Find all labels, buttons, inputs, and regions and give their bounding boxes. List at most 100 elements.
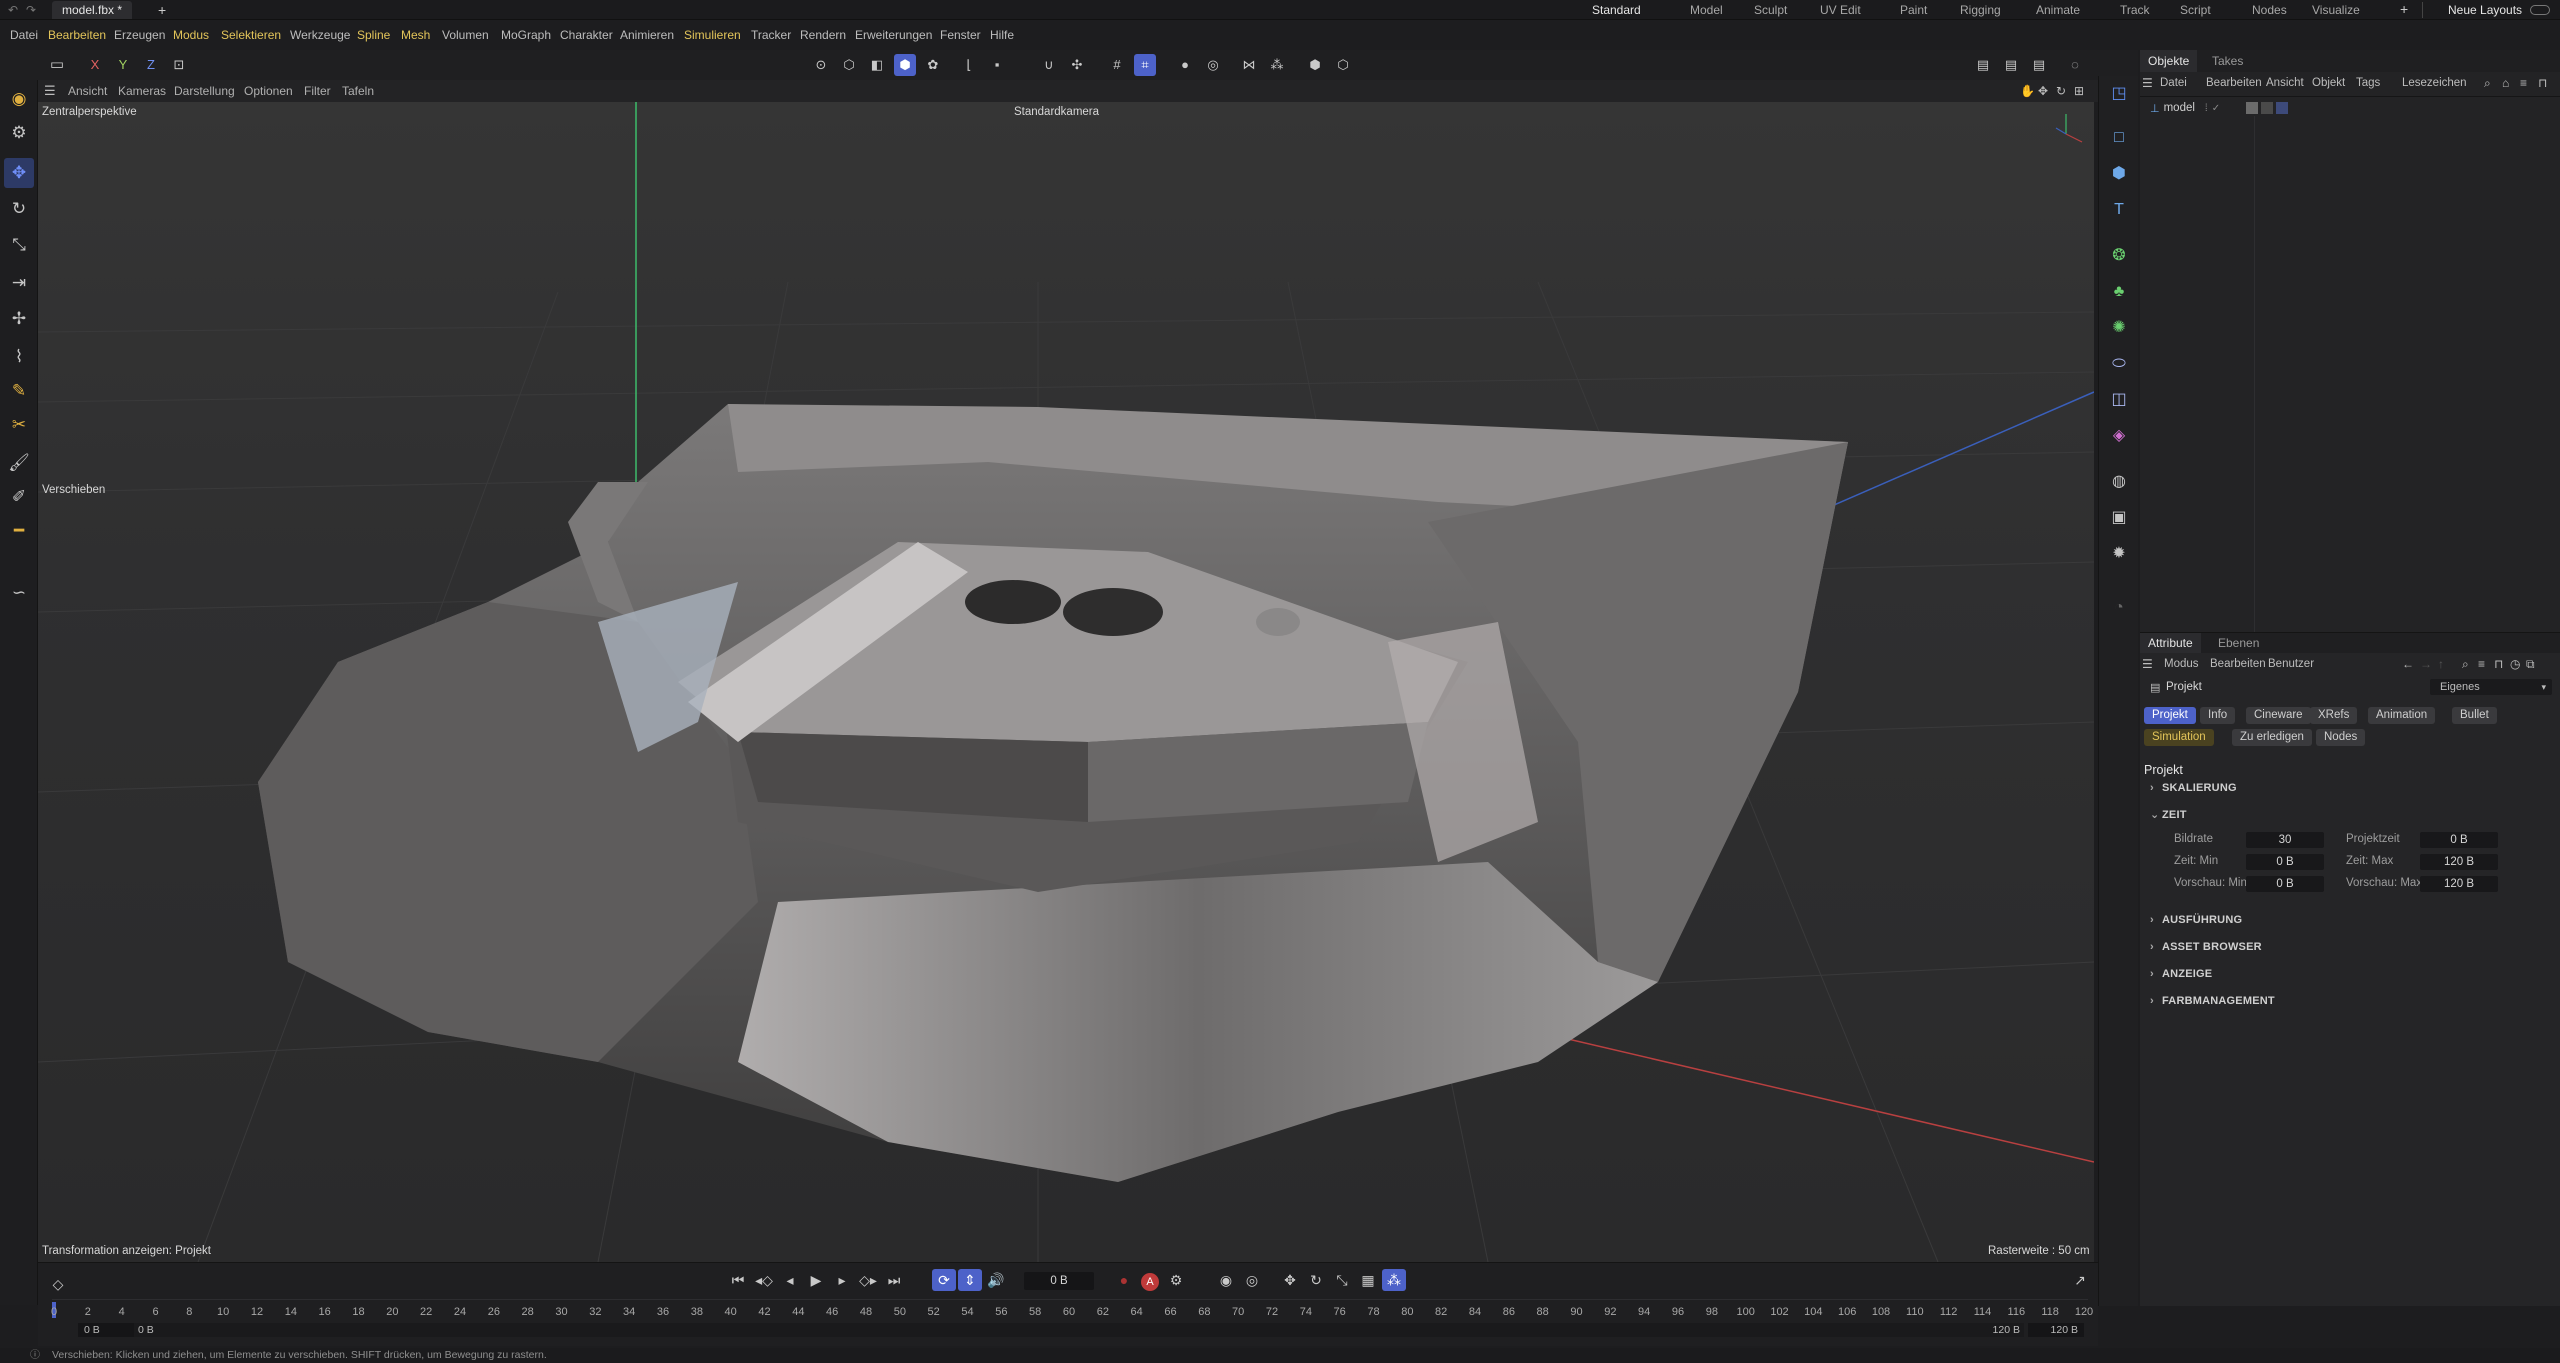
paint-tool-icon[interactable]: ✐	[4, 482, 34, 512]
layout-tab-paint[interactable]: Paint	[1900, 0, 1927, 20]
key-param-icon[interactable]: ▦	[1356, 1269, 1380, 1291]
object-menu-datei[interactable]: Datei	[2160, 74, 2187, 92]
material-tag-icon[interactable]	[2261, 102, 2274, 114]
z-axis-button[interactable]: Z	[140, 54, 162, 76]
measure-tool-icon[interactable]: ━	[4, 516, 34, 546]
snap-settings-icon[interactable]: ⚙	[4, 118, 34, 148]
next-frame-icon[interactable]: ▸	[830, 1269, 854, 1291]
section-ausführung[interactable]: › AUSFÜHRUNG	[2150, 914, 2242, 926]
move-view-icon[interactable]: ✥	[2038, 80, 2048, 102]
generator-icon[interactable]: ❂	[2105, 242, 2133, 270]
interactive-render-icon[interactable]: ◌	[2064, 54, 2086, 76]
new-layouts-button[interactable]: Neue Layouts	[2448, 0, 2522, 20]
attribute-menu-modus[interactable]: Modus	[2164, 655, 2199, 673]
layout-tab-uv-edit[interactable]: UV Edit	[1820, 0, 1861, 20]
key-info-icon[interactable]: ◉	[1214, 1269, 1238, 1291]
menu-erzeugen[interactable]: Erzeugen	[114, 22, 165, 48]
snap-grid-icon[interactable]: #	[1106, 54, 1128, 76]
cube-primitive-icon[interactable]: ⬢	[2105, 160, 2133, 188]
attribute-tab-xrefs[interactable]: XRefs	[2310, 707, 2358, 724]
viewport-menu-filter[interactable]: Filter	[304, 80, 331, 102]
workplane-lock-icon[interactable]: ◎	[1202, 54, 1224, 76]
y-axis-button[interactable]: Y	[112, 54, 134, 76]
lasso-tool-icon[interactable]: ∽	[4, 578, 34, 608]
search-icon[interactable]: ⌕	[2484, 74, 2491, 92]
menu-volumen[interactable]: Volumen	[442, 22, 489, 48]
undo-icon[interactable]: ↶	[8, 3, 18, 17]
timeline-expand-icon[interactable]: ↗	[2068, 1269, 2092, 1291]
search-icon[interactable]: ⌕	[2462, 655, 2469, 673]
menu-animieren[interactable]: Animieren	[620, 22, 674, 48]
menu-hilfe[interactable]: Hilfe	[990, 22, 1014, 48]
visibility-dots-icon[interactable]: ⁞	[2205, 103, 2208, 114]
record-icon[interactable]: ●	[1112, 1269, 1136, 1291]
back-arrow-icon[interactable]: ←	[2402, 655, 2414, 673]
layout-toggle[interactable]	[2530, 5, 2550, 15]
workplane-icon[interactable]: ●	[1174, 54, 1196, 76]
viewport-camera-label[interactable]: Standardkamera	[1014, 106, 1099, 118]
render-view-icon[interactable]: ▤	[1972, 54, 1994, 76]
symmetry-settings-icon[interactable]: ⁂	[1266, 54, 1288, 76]
attribute-tab-simulation[interactable]: Simulation	[2144, 729, 2214, 746]
clapboard-icon[interactable]: ▭	[46, 54, 68, 76]
add-document-tab-button[interactable]: +	[158, 2, 166, 18]
rotate-tool-icon[interactable]: ↻	[4, 194, 34, 224]
3d-viewport[interactable]: Zentralperspektive Standardkamera Versch…	[38, 102, 2094, 1262]
render-settings-icon[interactable]: ⬡	[1332, 54, 1354, 76]
object-menu-lesezeichen[interactable]: Lesezeichen	[2402, 74, 2467, 92]
range-slider[interactable]: 0 B 120 B	[134, 1323, 2024, 1337]
section-asset-browser[interactable]: › ASSET BROWSER	[2150, 941, 2262, 953]
filter-icon[interactable]: ≡	[2478, 655, 2485, 673]
menu-fenster[interactable]: Fenster	[940, 22, 981, 48]
document-tab[interactable]: model.fbx *	[52, 1, 133, 19]
texture-mode-icon[interactable]: ✿	[922, 54, 944, 76]
viewport-menu-darstellung[interactable]: Darstellung	[174, 80, 235, 102]
object-menu-tags[interactable]: Tags	[2356, 74, 2380, 92]
preset-dropdown[interactable]: Eigenes ▾	[2430, 679, 2552, 695]
lock-icon[interactable]: ⊓	[2494, 655, 2503, 673]
magnet-icon[interactable]: ∪	[1038, 54, 1060, 76]
key-scale-icon[interactable]: ⤡	[1330, 1269, 1354, 1291]
brush-tool-icon[interactable]: 🖌	[4, 448, 34, 478]
volume-icon[interactable]: ◈	[2105, 422, 2133, 450]
next-key-icon[interactable]: ◇▸	[856, 1269, 880, 1291]
menu-charakter[interactable]: Charakter	[560, 22, 613, 48]
menu-modus[interactable]: Modus	[173, 22, 209, 48]
viewport-hamburger-icon[interactable]: ☰	[44, 80, 56, 102]
preview-range-icon[interactable]: ⇕	[958, 1269, 982, 1291]
menu-rendern[interactable]: Rendern	[800, 22, 846, 48]
object-manager-hamburger-icon[interactable]: ☰	[2142, 74, 2153, 92]
attribute-tab-info[interactable]: Info	[2200, 707, 2236, 724]
autokey-icon[interactable]: A	[1138, 1269, 1162, 1291]
object-menu-ansicht[interactable]: Ansicht	[2266, 74, 2304, 92]
attribute-tab-bullet[interactable]: Bullet	[2452, 707, 2497, 724]
attribute-tab-animation[interactable]: Animation	[2368, 707, 2436, 724]
current-frame-field[interactable]: 0 B	[1024, 1272, 1094, 1290]
enable-check-icon[interactable]: ✓	[2212, 103, 2220, 114]
viewport-projection-label[interactable]: Zentralperspektive	[42, 106, 137, 118]
edges-mode-icon[interactable]: ⬡	[838, 54, 860, 76]
layout-tab-nodes[interactable]: Nodes	[2252, 0, 2287, 20]
tab-ebenen[interactable]: Ebenen	[2210, 633, 2267, 653]
new-window-icon[interactable]: ⧉	[2526, 655, 2535, 673]
knife-tool-icon[interactable]: ✂	[4, 410, 34, 440]
viewport-menu-ansicht[interactable]: Ansicht	[68, 80, 107, 102]
deformer-icon[interactable]: ⬭	[2105, 350, 2133, 378]
tweak-mode-icon[interactable]: ▪	[986, 54, 1008, 76]
move-tool-icon[interactable]: ✥	[4, 158, 34, 188]
attribute-tab-nodes[interactable]: Nodes	[2316, 729, 2366, 746]
menu-datei[interactable]: Datei	[10, 22, 38, 48]
viewport-menu-optionen[interactable]: Optionen	[244, 80, 293, 102]
layout-tab-rigging[interactable]: Rigging	[1960, 0, 2001, 20]
spline-primitive-icon[interactable]: □	[2105, 124, 2133, 152]
soft-selection-icon[interactable]: ✣	[1066, 54, 1088, 76]
object-menu-objekt[interactable]: Objekt	[2312, 74, 2345, 92]
attribute-menu-bearbeiten[interactable]: Bearbeiten	[2210, 655, 2266, 673]
camera-object-icon[interactable]: ▣	[2105, 504, 2133, 532]
goto-start-icon[interactable]: ⏮	[726, 1269, 750, 1291]
field-value[interactable]: 120 B	[2420, 854, 2498, 870]
prev-key-icon[interactable]: ◂◇	[752, 1269, 776, 1291]
menu-mograph[interactable]: MoGraph	[501, 22, 551, 48]
attribute-menu-benutzer[interactable]: Benutzer	[2268, 655, 2314, 673]
loop-icon[interactable]: ⟳	[932, 1269, 956, 1291]
